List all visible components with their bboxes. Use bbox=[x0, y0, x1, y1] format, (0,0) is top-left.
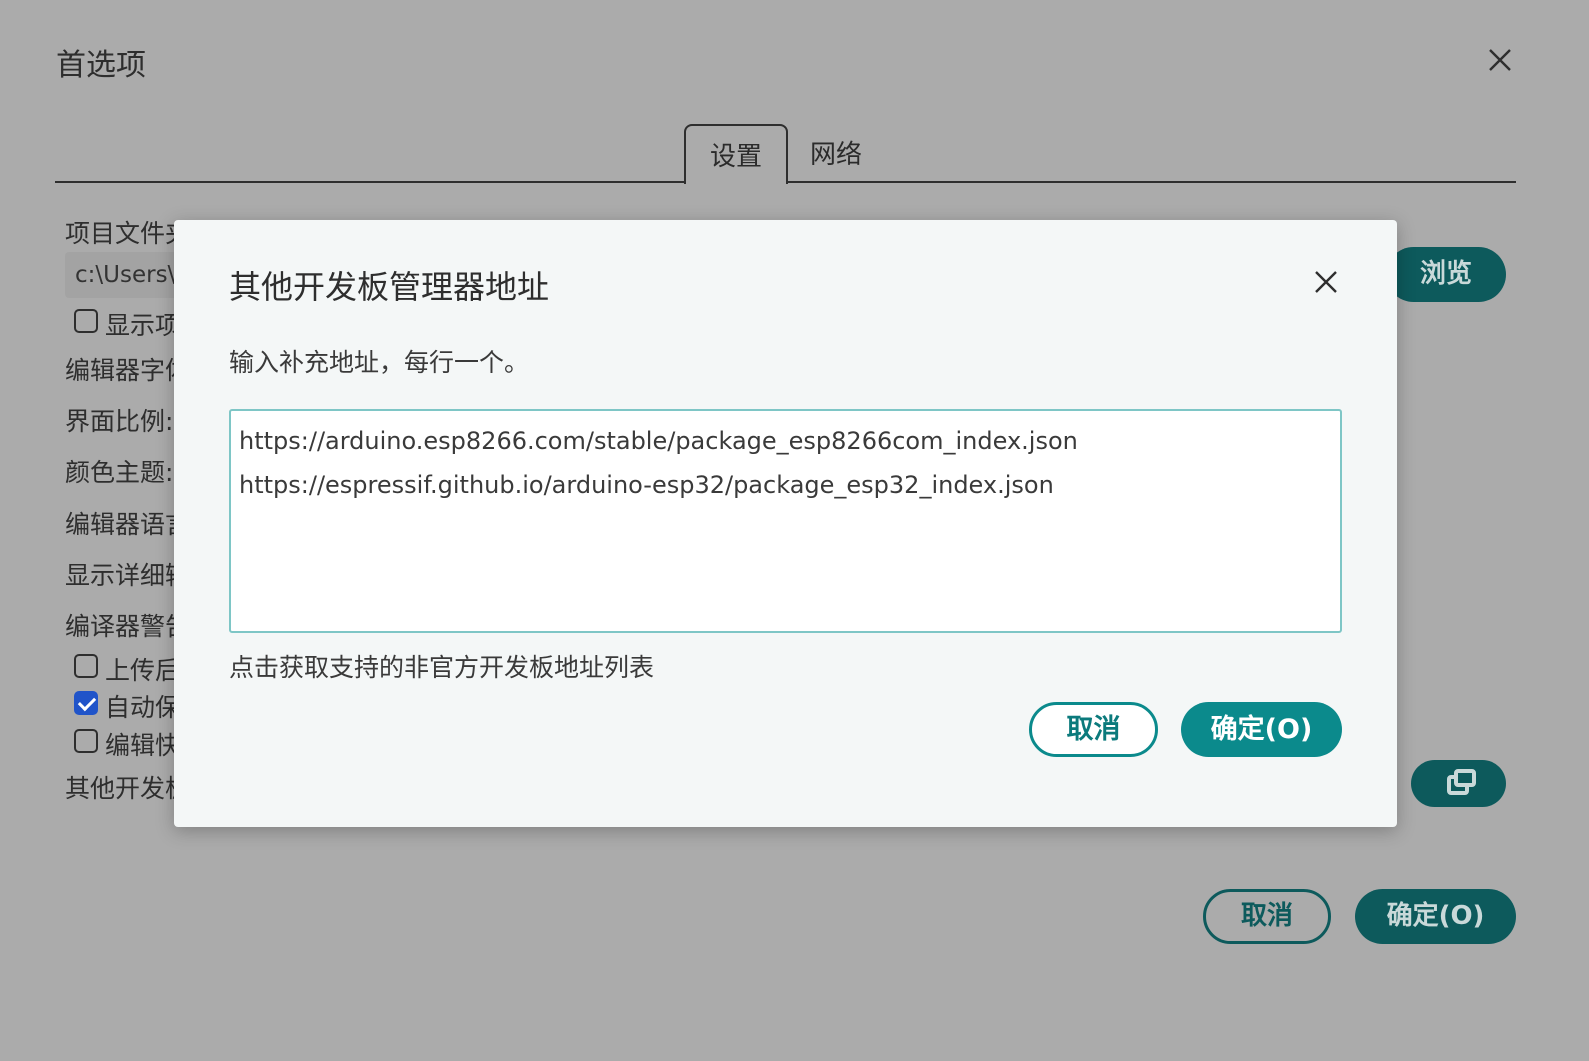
tab-network[interactable]: 网络 bbox=[800, 124, 872, 182]
urls-textarea[interactable]: https://arduino.esp8266.com/stable/packa… bbox=[229, 409, 1342, 633]
window-restore-icon bbox=[1447, 769, 1476, 795]
checkbox-verify-upload[interactable] bbox=[74, 654, 98, 678]
tab-settings[interactable]: 设置 bbox=[684, 124, 788, 184]
checkbox-show-files-label: 显示项 bbox=[105, 311, 181, 340]
open-url-editor-button[interactable] bbox=[1411, 760, 1506, 807]
dialog-title: 其他开发板管理器地址 bbox=[229, 268, 550, 306]
editor-font-label: 编辑器字体 bbox=[65, 356, 191, 385]
dialog-cancel-button[interactable]: 取消 bbox=[1029, 702, 1158, 757]
dialog-ok-button[interactable]: 确定(O) bbox=[1181, 702, 1342, 757]
checkbox-autosave[interactable] bbox=[74, 691, 98, 715]
checkbox-quick-suggestions[interactable] bbox=[74, 729, 98, 753]
browse-button[interactable]: 浏览 bbox=[1386, 247, 1506, 302]
url-line: https://arduino.esp8266.com/stable/packa… bbox=[239, 427, 1078, 455]
language-label: 编辑器语言 bbox=[65, 510, 191, 539]
preferences-cancel-button[interactable]: 取消 bbox=[1203, 889, 1331, 944]
checkbox-verify-upload-label: 上传后 bbox=[105, 656, 181, 685]
close-icon[interactable] bbox=[1484, 44, 1516, 76]
warnings-label: 编译器警告 bbox=[65, 612, 191, 641]
checkbox-autosave-label: 自动保 bbox=[105, 693, 181, 722]
theme-label: 颜色主题: bbox=[65, 458, 174, 487]
additional-urls-label: 其他开发板 bbox=[65, 774, 191, 803]
preferences-ok-button[interactable]: 确定(O) bbox=[1355, 889, 1516, 944]
dialog-description: 输入补充地址，每行一个。 bbox=[229, 348, 530, 377]
unofficial-boards-link[interactable]: 点击获取支持的非官方开发板地址列表 bbox=[229, 648, 654, 684]
close-icon[interactable] bbox=[1310, 266, 1342, 298]
url-line: https://espressif.github.io/arduino-esp3… bbox=[239, 471, 1054, 499]
checkbox-quick-suggestions-label: 编辑快 bbox=[105, 731, 181, 760]
checkbox-show-files[interactable] bbox=[74, 309, 98, 333]
interface-scale-label: 界面比例: bbox=[65, 407, 174, 436]
preferences-title: 首选项 bbox=[56, 48, 146, 83]
board-manager-urls-dialog: 其他开发板管理器地址 输入补充地址，每行一个。 https://arduino.… bbox=[174, 220, 1397, 827]
